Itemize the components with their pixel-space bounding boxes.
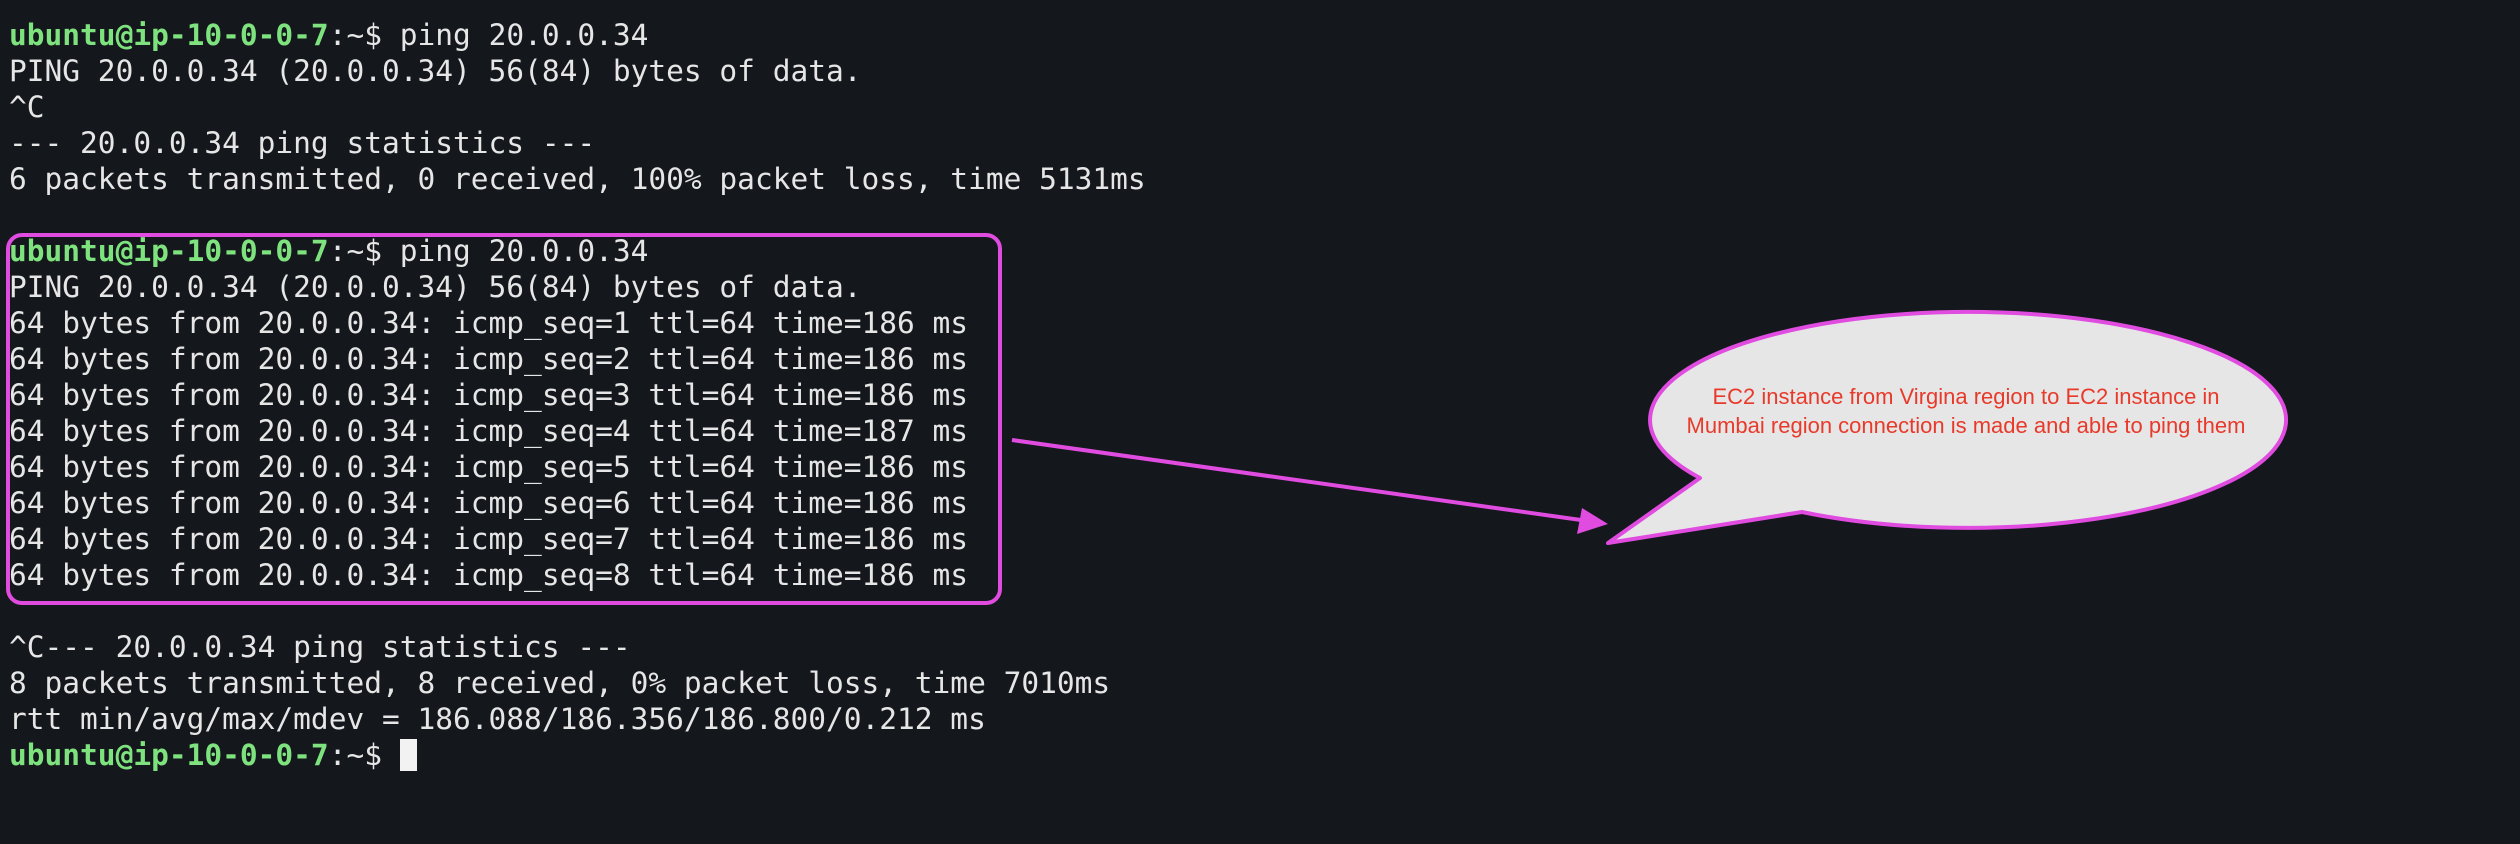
speech-bubble-line-2: Mumbai region connection is made and abl…: [1686, 413, 2246, 438]
annotation-arrow-line: [1011, 438, 1589, 523]
speech-bubble-line-1: EC2 instance from Virgina region to EC2 …: [1712, 384, 2220, 409]
speech-bubble-text: EC2 instance from Virgina region to EC2 …: [1656, 376, 2276, 446]
annotation-arrowhead: [1577, 508, 1608, 534]
terminal-window[interactable]: ubuntu@ip-10-0-0-7:~$ ping 20.0.0.34 PIN…: [0, 0, 2520, 844]
